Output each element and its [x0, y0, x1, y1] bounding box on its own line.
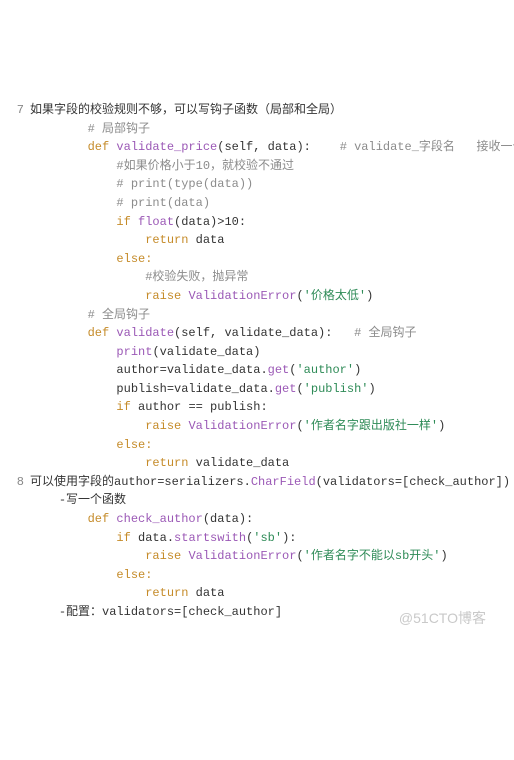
gutter [10, 250, 24, 269]
kw-def: def [88, 512, 110, 526]
fn-name: validate_price [116, 140, 217, 154]
gutter [10, 566, 24, 585]
comment: #校验失败，抛异常 [145, 270, 248, 284]
comment: # print(type(data)) [116, 177, 253, 191]
comment: #如果价格小于10，就校验不通过 [116, 159, 294, 173]
text: -写一个函数 [59, 493, 126, 507]
fn-call: CharField [251, 475, 316, 489]
gutter [10, 287, 24, 306]
gutter [10, 380, 24, 399]
expr: publish=validate_data. [116, 382, 274, 396]
fn-call: startswith [174, 531, 246, 545]
kw-raise: raise [145, 549, 181, 563]
expr: author == publish: [138, 400, 268, 414]
gutter [10, 324, 24, 343]
gutter [10, 138, 24, 157]
comment: # 全局钩子 [354, 326, 416, 340]
kw-raise: raise [145, 289, 181, 303]
text: -配置：validators=[check_author] [59, 605, 282, 619]
gutter [10, 584, 24, 603]
text: 如果字段的校验规则不够，可以写钩子函数（局部和全局） [30, 103, 342, 117]
args: (self, validate_data): [174, 326, 332, 340]
gutter [10, 417, 24, 436]
text: (validators=[check_author]) ，来校验 [316, 475, 514, 489]
gutter [10, 454, 24, 473]
kw-if: if [116, 531, 130, 545]
ident: data [196, 586, 225, 600]
gutter [10, 231, 24, 250]
kw-return: return [145, 456, 188, 470]
gutter [10, 529, 24, 548]
args: (self, data): [217, 140, 311, 154]
gutter [10, 603, 24, 622]
comment: # 局部钩子 [88, 122, 150, 136]
gutter [10, 510, 24, 529]
args: (validate_data) [152, 345, 260, 359]
string: 'publish' [304, 382, 369, 396]
gutter [10, 213, 24, 232]
kw-return: return [145, 233, 188, 247]
fn-call: float [138, 215, 174, 229]
class: ValidationError [188, 289, 296, 303]
gutter [10, 175, 24, 194]
string: 'sb' [253, 531, 282, 545]
comment: # print(data) [116, 196, 210, 210]
kw-else: else: [116, 568, 152, 582]
fn-call: get [275, 382, 297, 396]
kw-if: if [116, 400, 130, 414]
paren: ) [366, 289, 373, 303]
kw-else: else: [116, 252, 152, 266]
gutter [10, 491, 24, 510]
string: '价格太低' [304, 289, 366, 303]
expr: author=validate_data. [116, 363, 267, 377]
kw-raise: raise [145, 419, 181, 433]
line-number: 8 [10, 473, 24, 492]
fn-call: get [268, 363, 290, 377]
kw-if: if [116, 215, 130, 229]
line-number: 7 [10, 101, 24, 120]
code-block: 7 如果字段的校验规则不够，可以写钩子函数（局部和全局） # 局部钩子 def v… [10, 82, 504, 621]
string: 'author' [296, 363, 354, 377]
gutter [10, 361, 24, 380]
gutter [10, 343, 24, 362]
kw-def: def [88, 140, 110, 154]
fn-name: check_author [116, 512, 202, 526]
paren: ): [282, 531, 296, 545]
gutter [10, 547, 24, 566]
expr: (data)>10: [174, 215, 246, 229]
expr: data. [138, 531, 174, 545]
text: 可以使用字段的author=serializers. [30, 475, 251, 489]
kw-return: return [145, 586, 188, 600]
paren: ( [296, 289, 303, 303]
class: ValidationError [188, 419, 296, 433]
fn-name: validate [116, 326, 174, 340]
gutter [10, 194, 24, 213]
gutter [10, 157, 24, 176]
gutter [10, 120, 24, 139]
gutter [10, 398, 24, 417]
string: '作者名字不能以sb开头' [304, 549, 441, 563]
comment: # 全局钩子 [88, 308, 150, 322]
comment: # validate_字段名 接收一个参数 [340, 140, 514, 154]
fn-call: print [116, 345, 152, 359]
args: (data): [203, 512, 253, 526]
gutter [10, 306, 24, 325]
kw-def: def [88, 326, 110, 340]
ident: validate_data [196, 456, 290, 470]
gutter [10, 436, 24, 455]
ident: data [196, 233, 225, 247]
string: '作者名字跟出版社一样' [304, 419, 438, 433]
kw-else: else: [116, 438, 152, 452]
gutter [10, 268, 24, 287]
class: ValidationError [188, 549, 296, 563]
